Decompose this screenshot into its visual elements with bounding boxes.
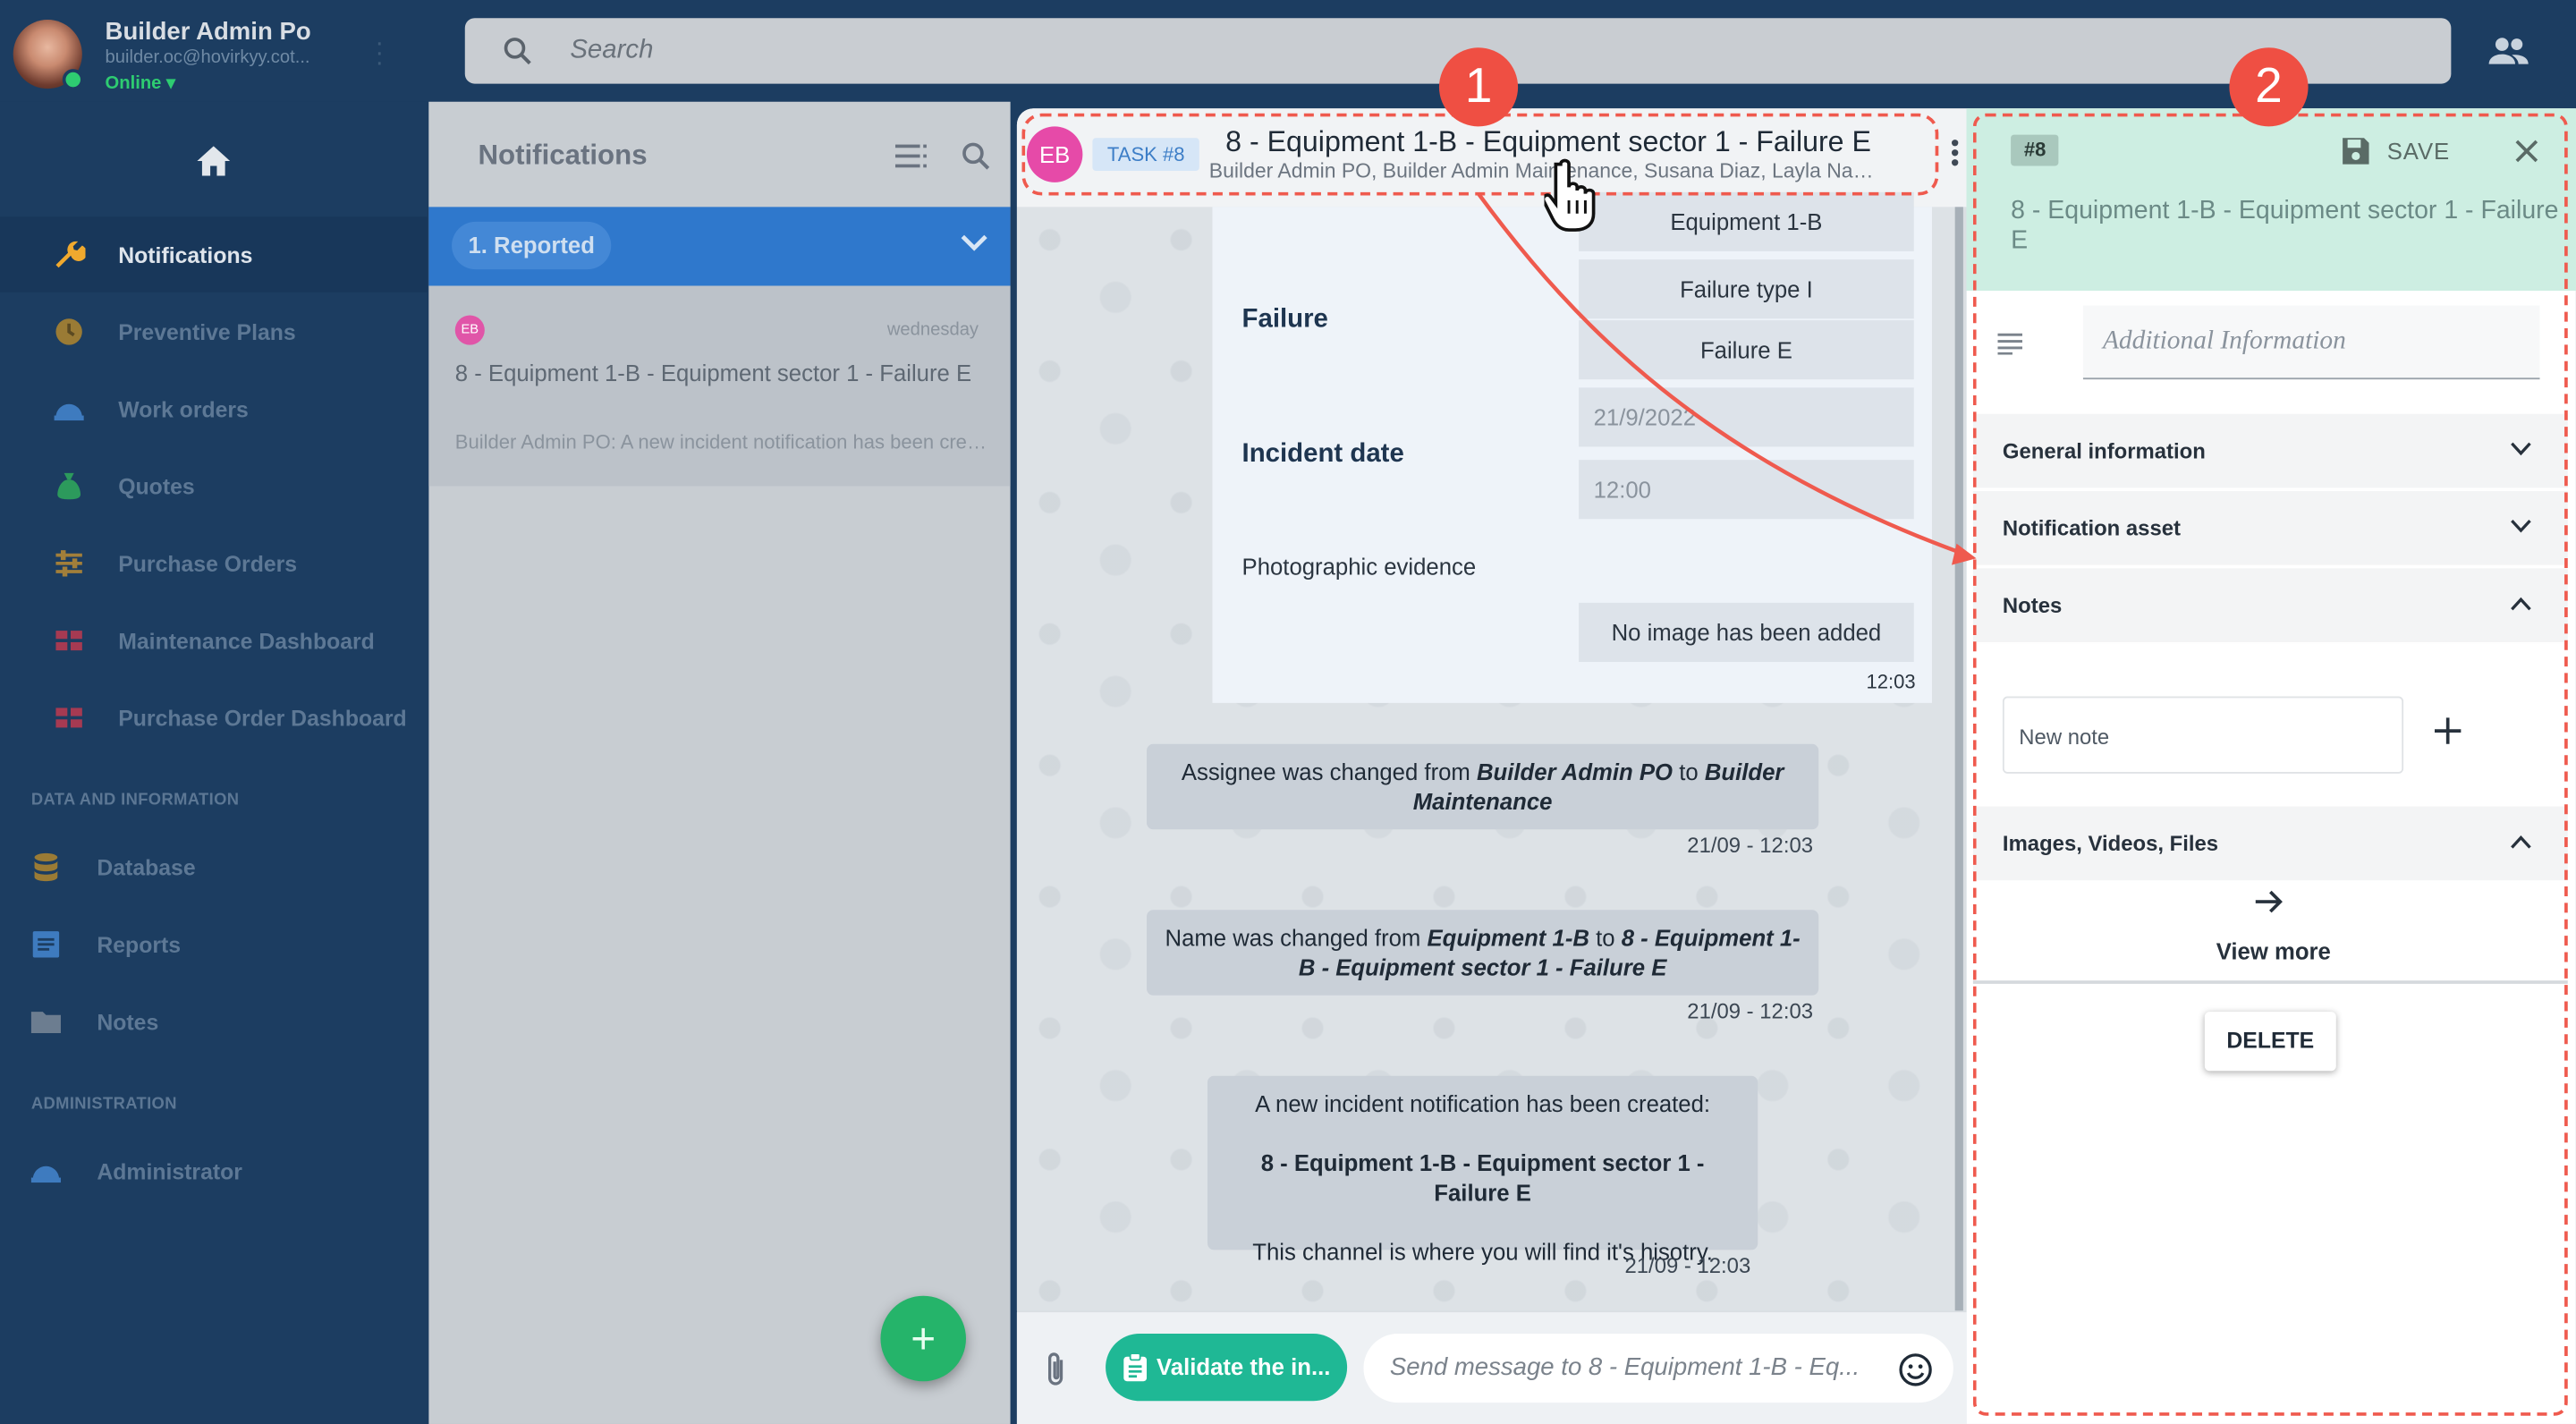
hand-cursor-icon [1544,157,1616,233]
annotation-arrow [1477,192,1977,565]
annotation-badge-1: 1 [1438,47,1519,127]
annotation-badge-2: 2 [2229,47,2309,127]
